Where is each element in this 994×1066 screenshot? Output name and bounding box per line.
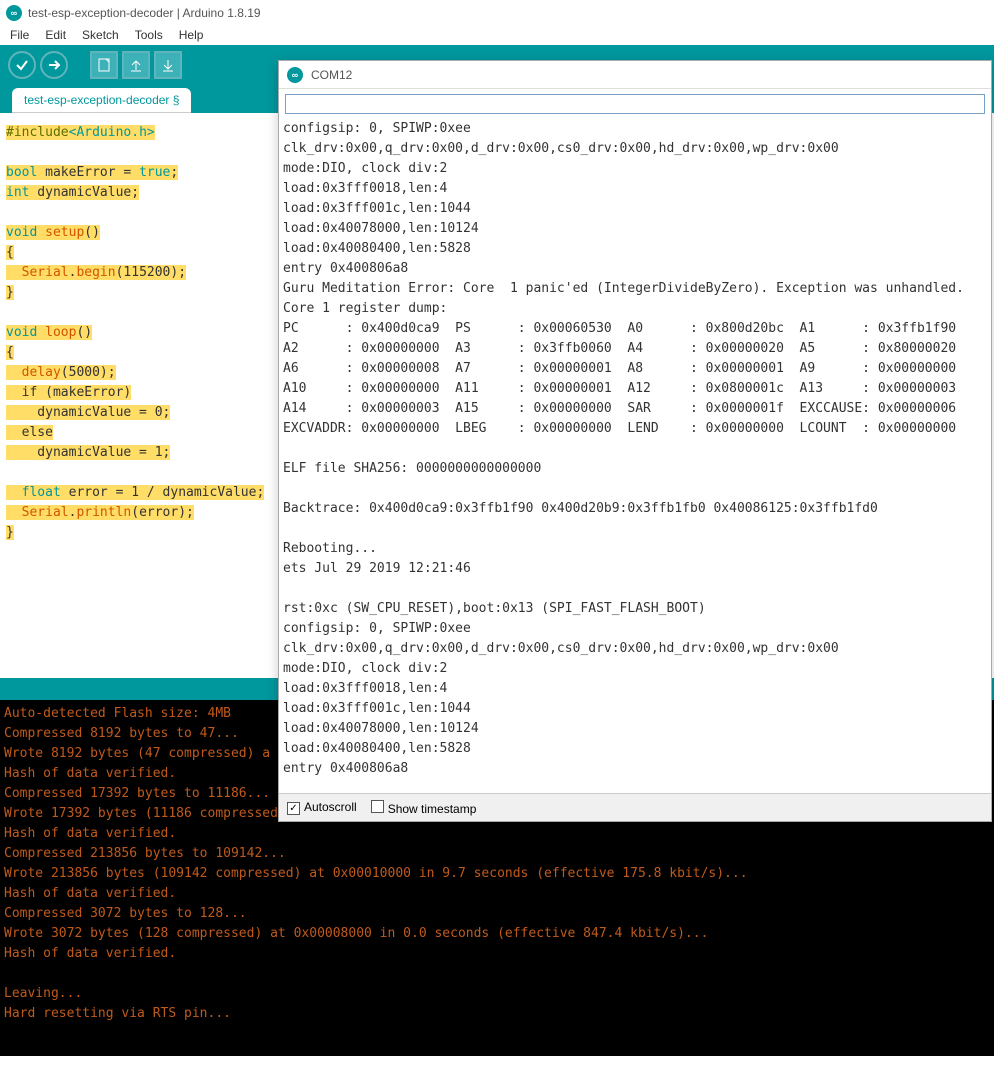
autoscroll-checkbox[interactable]: ✓Autoscroll bbox=[287, 800, 357, 816]
serial-output[interactable]: configsip: 0, SPIWP:0xee clk_drv:0x00,q_… bbox=[279, 119, 991, 793]
menu-tools[interactable]: Tools bbox=[129, 26, 169, 44]
open-button[interactable] bbox=[122, 51, 150, 79]
show-timestamp-checkbox[interactable]: Show timestamp bbox=[371, 800, 477, 816]
checkbox-checked-icon: ✓ bbox=[287, 802, 300, 815]
menu-help[interactable]: Help bbox=[173, 26, 210, 44]
menu-file[interactable]: File bbox=[4, 26, 35, 44]
new-button[interactable] bbox=[90, 51, 118, 79]
arduino-icon: ∞ bbox=[6, 5, 22, 21]
verify-button[interactable] bbox=[8, 51, 36, 79]
upload-button[interactable] bbox=[40, 51, 68, 79]
menu-sketch[interactable]: Sketch bbox=[76, 26, 125, 44]
serial-send-input[interactable] bbox=[285, 94, 985, 114]
serial-title-text: COM12 bbox=[311, 68, 352, 82]
serial-footer: ✓Autoscroll Show timestamp bbox=[279, 793, 991, 821]
save-button[interactable] bbox=[154, 51, 182, 79]
checkbox-unchecked-icon bbox=[371, 800, 384, 813]
tab-label: test-esp-exception-decoder § bbox=[24, 93, 179, 107]
arduino-icon: ∞ bbox=[287, 67, 303, 83]
serial-titlebar[interactable]: ∞ COM12 bbox=[279, 61, 991, 89]
ide-menubar: File Edit Sketch Tools Help bbox=[0, 25, 994, 45]
tab-sketch[interactable]: test-esp-exception-decoder § bbox=[12, 88, 191, 113]
ide-title-text: test-esp-exception-decoder | Arduino 1.8… bbox=[28, 6, 261, 20]
ide-titlebar: ∞ test-esp-exception-decoder | Arduino 1… bbox=[0, 0, 994, 25]
serial-monitor-window: ∞ COM12 configsip: 0, SPIWP:0xee clk_drv… bbox=[278, 60, 992, 822]
menu-edit[interactable]: Edit bbox=[39, 26, 72, 44]
